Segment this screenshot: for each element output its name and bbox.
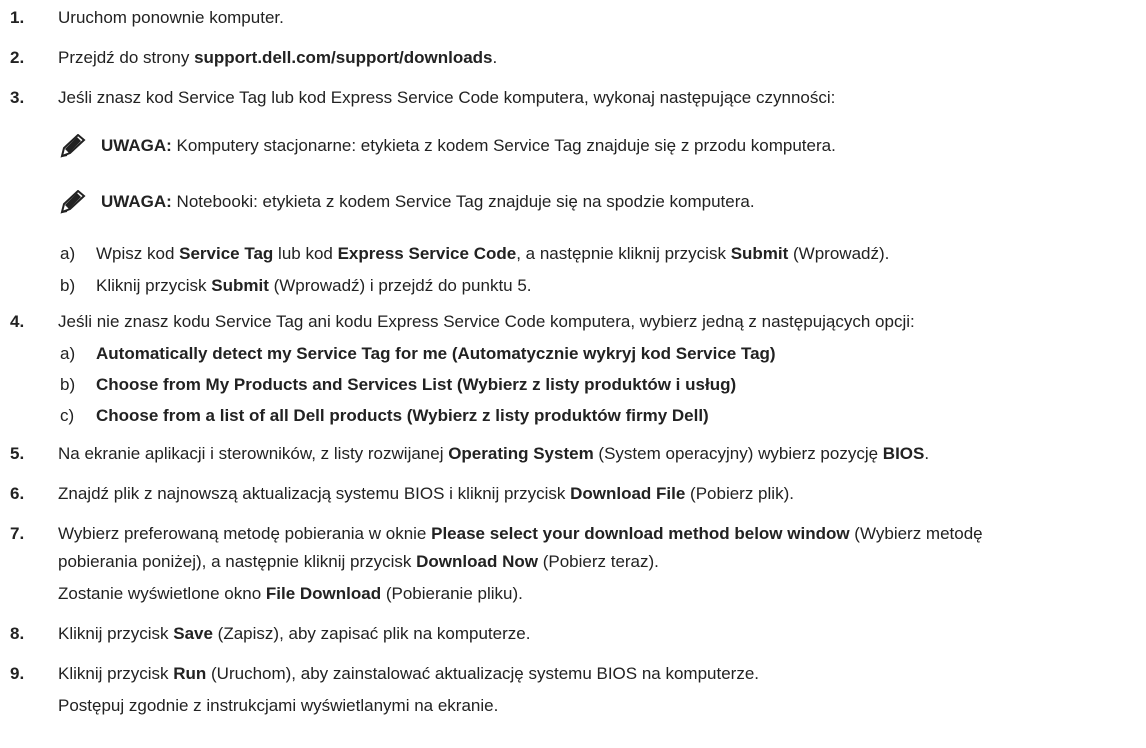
step-text: Kliknij przycisk [58,624,174,643]
substep-letter: b) [60,375,76,394]
substep-4a-letter: a) [60,344,75,364]
step-text: Run [173,664,207,683]
step-7-continuation: pobierania poniżej), a następnie kliknij… [58,552,659,572]
step-text: Zostanie wyświetlone okno [58,584,266,603]
step-text: . [924,444,930,463]
substep-text: Automatically detect my Service Tag for … [96,344,776,363]
step-text: Znajdź plik z najnowszą aktualizacją sys… [58,484,571,503]
substep-text: Submit [730,244,789,263]
note-text: Komputery stacjonarne: etykieta z kodem … [171,136,836,155]
step-3: 3. [10,88,24,108]
note-1: UWAGA: Komputery stacjonarne: etykieta z… [101,136,836,156]
step-8: 8. [10,624,24,644]
step-text: Kliknij przycisk [58,664,174,683]
note-label: UWAGA: [101,136,172,155]
step-text: File Download [265,584,382,603]
step-7-text: Wybierz preferowaną metodę pobierania w … [58,524,983,544]
step-5: 5. [10,444,24,464]
step-number: 7. [10,524,25,543]
substep-text: Choose from a list of all Dell products … [96,406,709,425]
substep-4c: Choose from a list of all Dell products … [96,406,709,426]
substep-3a: Wpisz kod Service Tag lub kod Express Se… [96,244,889,264]
step-1-text: Uruchom ponownie komputer. [58,8,284,28]
substep-text: lub kod [273,244,338,263]
step-text: Przejdź do strony [58,48,195,67]
download-url: support.dell.com/support/downloads [194,48,493,67]
substep-4c-letter: c) [60,406,74,426]
note-2: UWAGA: Notebooki: etykieta z kodem Servi… [101,192,755,212]
step-number: 4. [10,312,25,331]
substep-text: Wpisz kod [96,244,180,263]
substep-text: (Wprowadź). [788,244,890,263]
step-number: 5. [10,444,25,463]
substep-3a-letter: a) [60,244,75,264]
step-5-text: Na ekranie aplikacji i sterowników, z li… [58,444,929,464]
step-text: Download File [570,484,686,503]
substep-letter: a) [60,344,76,363]
substep-4a: Automatically detect my Service Tag for … [96,344,776,364]
step-2: 2. [10,48,24,68]
substep-letter: c) [60,406,75,425]
step-text: pobierania poniżej), a następnie kliknij… [58,552,417,571]
step-4-text: Jeśli nie znasz kodu Service Tag ani kod… [58,312,915,332]
step-text: Download Now [416,552,538,571]
step-text: Wybierz preferowaną metodę pobierania w … [58,524,432,543]
step-text: Save [173,624,213,643]
step-8-text: Kliknij przycisk Save (Zapisz), aby zapi… [58,624,530,644]
step-text: BIOS [882,444,925,463]
substep-3b-letter: b) [60,276,75,296]
note-label: UWAGA: [101,192,172,211]
substep-text: Express Service Code [337,244,517,263]
step-number: 1. [10,8,25,27]
step-text: Na ekranie aplikacji i sterowników, z li… [58,444,449,463]
step-9-text: Kliknij przycisk Run (Uruchom), aby zain… [58,664,759,684]
step-6-text: Znajdź plik z najnowszą aktualizacją sys… [58,484,794,504]
step-6: 6. [10,484,24,504]
step-1: 1. [10,8,24,28]
step-9: 9. [10,664,24,684]
substep-text: (Wprowadź) i przejdź do punktu 5. [268,276,532,295]
substep-text: Service Tag [179,244,274,263]
step-number: 9. [10,664,25,683]
step-number: 2. [10,48,25,67]
substep-4b: Choose from My Products and Services Lis… [96,375,736,395]
step-text: (Pobierz plik). [685,484,794,503]
step-7-result: Zostanie wyświetlone okno File Download … [58,584,523,604]
step-text: (Pobierz teraz). [537,552,659,571]
step-text: Operating System [448,444,594,463]
pencil-note-icon [60,134,86,158]
document: 1. Uruchom ponownie komputer. 2. Przejdź… [0,0,1146,748]
step-text: (Pobieranie pliku). [381,584,523,603]
step-text: Postępuj zgodnie z instrukcjami wyświetl… [58,696,499,715]
substep-letter: b) [60,276,76,295]
step-text: Jeśli nie znasz kodu Service Tag ani kod… [58,312,915,331]
step-number: 3. [10,88,25,107]
step-number: 8. [10,624,25,643]
substep-text: Choose from My Products and Services Lis… [96,375,737,394]
step-2-text: Przejdź do strony support.dell.com/suppo… [58,48,497,68]
substep-letter: a) [60,244,76,263]
step-text: (Uruchom), aby zainstalować aktualizację… [206,664,760,683]
step-7: 7. [10,524,24,544]
step-text: (System operacyjny) wybierz pozycję [593,444,883,463]
step-4: 4. [10,312,24,332]
step-text: Uruchom ponownie komputer. [58,8,284,27]
step-text: Please select your download method below… [431,524,850,543]
substep-text: , a następnie kliknij przycisk [516,244,731,263]
step-3-text: Jeśli znasz kod Service Tag lub kod Expr… [58,88,835,108]
substep-3b: Kliknij przycisk Submit (Wprowadź) i prz… [96,276,532,296]
step-text: (Wybierz metodę [849,524,983,543]
step-number: 6. [10,484,25,503]
substep-4b-letter: b) [60,375,75,395]
note-text: Notebooki: etykieta z kodem Service Tag … [171,192,755,211]
substep-text: Submit [211,276,269,295]
step-text: (Zapisz), aby zapisać plik na komputerze… [212,624,531,643]
step-9-continuation: Postępuj zgodnie z instrukcjami wyświetl… [58,696,498,716]
pencil-note-icon [60,190,86,214]
step-text: Jeśli znasz kod Service Tag lub kod Expr… [58,88,836,107]
step-text: . [492,48,498,67]
substep-text: Kliknij przycisk [96,276,212,295]
